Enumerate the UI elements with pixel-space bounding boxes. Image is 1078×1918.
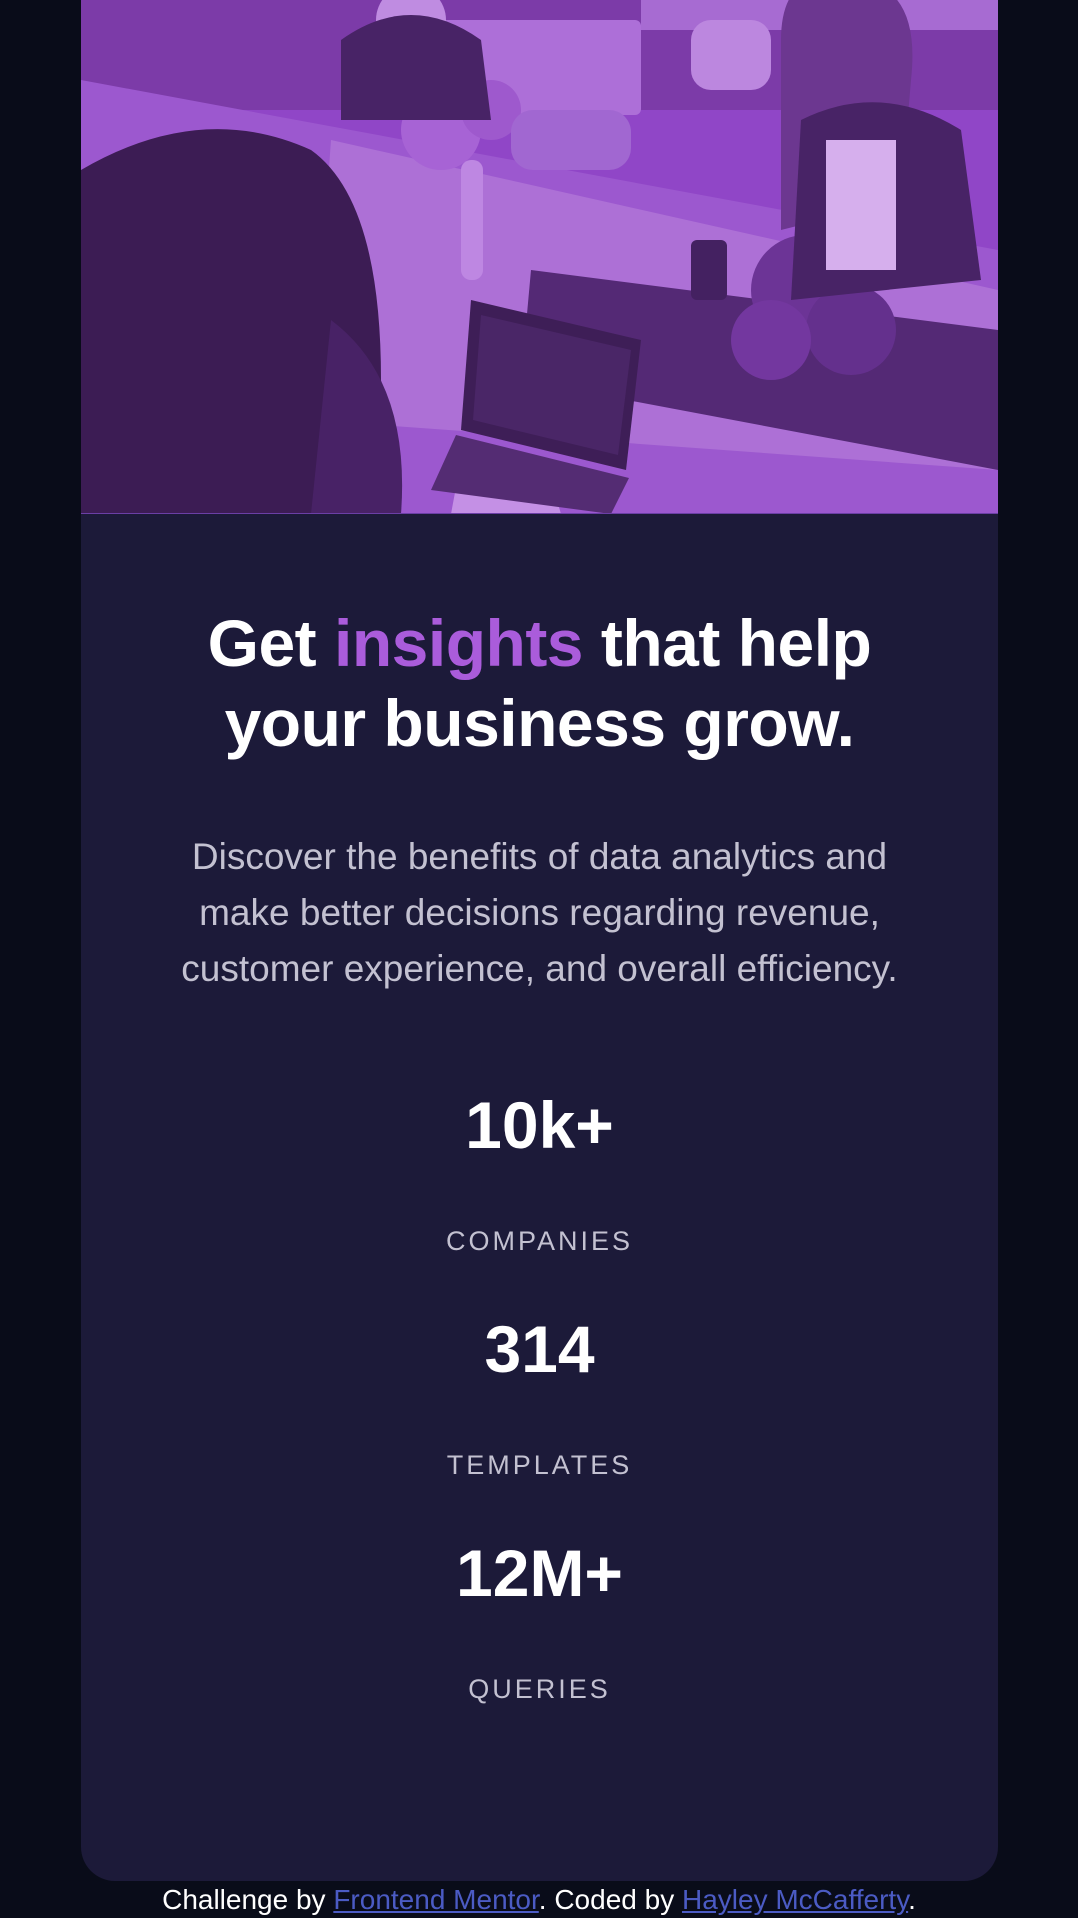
stat-label: TEMPLATES bbox=[446, 1450, 633, 1480]
stat-value: 10k+ bbox=[465, 1088, 614, 1162]
footer-middle: . Coded by bbox=[538, 1884, 682, 1915]
office-photo-illustration bbox=[81, 0, 998, 513]
footer-suffix: . bbox=[908, 1884, 916, 1915]
stats-preview-card: Get insights that help your business gro… bbox=[81, 0, 998, 1881]
attribution-footer: Challenge by Frontend Mentor. Coded by H… bbox=[0, 1882, 1078, 1918]
card-content: Get insights that help your business gro… bbox=[81, 514, 998, 1757]
headline: Get insights that help your business gro… bbox=[150, 603, 930, 763]
stat-queries: 12M+ QUERIES bbox=[81, 1533, 998, 1757]
stat-label: QUERIES bbox=[468, 1674, 611, 1704]
author-link[interactable]: Hayley McCafferty bbox=[682, 1884, 908, 1915]
stat-value: 314 bbox=[484, 1312, 595, 1386]
footer-prefix: Challenge by bbox=[162, 1884, 334, 1915]
stat-label: COMPANIES bbox=[445, 1226, 634, 1256]
headline-part1: Get bbox=[207, 606, 334, 680]
hero-image bbox=[81, 0, 998, 514]
stat-companies: 10k+ COMPANIES bbox=[81, 1085, 998, 1309]
frontend-mentor-link[interactable]: Frontend Mentor bbox=[333, 1884, 538, 1915]
stats-list: 10k+ COMPANIES 314 TEMPLATES 12M+ QUERIE… bbox=[81, 1085, 998, 1757]
stat-value: 12M+ bbox=[456, 1536, 623, 1610]
headline-accent: insights bbox=[334, 606, 584, 680]
stat-templates: 314 TEMPLATES bbox=[81, 1309, 998, 1533]
description: Discover the benefits of data analytics … bbox=[181, 836, 898, 989]
